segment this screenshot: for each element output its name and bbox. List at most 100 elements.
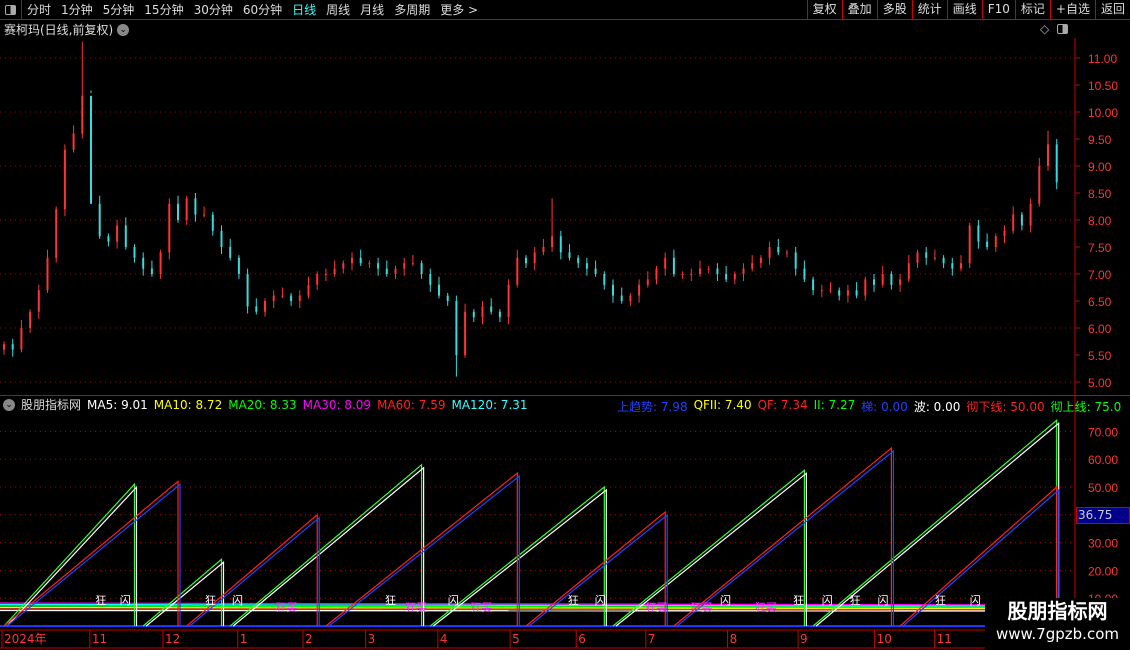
candle-body [542,247,545,253]
candle-body [838,290,841,296]
signal-label: 狂 [850,594,861,607]
candle-body [3,344,5,350]
signal-label: 狂买 [470,601,492,614]
candle-body [446,295,449,301]
candle-body [890,274,893,285]
candle-body [150,268,153,274]
candle-body [1047,144,1049,166]
candle-body [820,290,823,292]
signal-label: 闪 [970,593,981,607]
candle-body [429,274,432,285]
candle-body [533,252,536,264]
candle-body [333,268,336,274]
ma-band-line [0,609,1063,612]
ma-value: MA5: 9.01 [87,397,148,412]
candle-body [1003,230,1006,237]
candle-body [63,149,66,210]
candle-body [342,263,345,269]
candle-body [1055,144,1058,183]
candle-body [472,311,475,318]
indicator-y-tick-label: 20.00 [1088,564,1118,578]
signal-label: 狂 [385,594,396,607]
indicator-name: 股朋指标网 [21,398,82,412]
date-label: 6 [578,632,586,646]
candle-body [803,268,806,280]
signal-label: 狂 [793,594,804,607]
candle-body [733,274,736,280]
candle-body [707,268,710,270]
date-label: 2024年 [4,632,47,646]
y-tick-label: 8.00 [1088,214,1112,228]
candle-body [873,279,875,285]
candle-body [759,257,762,264]
candle-body [351,257,353,264]
candle-body [664,257,667,269]
candle-body [203,214,206,216]
candle-body [11,344,14,350]
indicator-value: QF: 7.34 [757,398,808,412]
candle-body [551,236,554,247]
candle-body [559,236,562,253]
candle-body [81,95,84,134]
candle-body [507,284,510,318]
date-label: 3 [368,632,376,646]
candle-body [794,252,797,269]
candle-body [255,306,258,312]
signal-label: 狂买 [755,601,777,614]
candle-body [716,268,719,274]
chevron-down-icon[interactable]: ⌄ [3,398,15,411]
signal-label: 狂买 [645,601,667,614]
signal-label: 闪 [595,593,606,607]
signal-label: 闪 [877,593,888,607]
date-label: 11 [937,632,952,646]
candle-body [638,284,641,296]
candle-body [655,268,658,280]
candle-body [986,241,989,247]
candle-body [525,257,527,264]
candle-body [368,263,371,265]
candle-body [142,257,145,269]
ma-value: MA60: 7.59 [377,397,446,412]
candle-body [220,230,223,247]
candle-body [394,268,397,274]
date-label: 2 [305,632,313,646]
candle-body [1020,214,1023,226]
candle-body [324,274,327,275]
lower-sawtooth-line-shadow [676,449,895,627]
y-tick-label: 9.50 [1088,133,1112,147]
candle-body [951,263,954,269]
indicator-y-tick-label: 30.00 [1088,537,1118,551]
signal-label: 狂 [568,594,579,607]
date-label: 4 [440,632,448,646]
candle-body [699,268,701,274]
candle-body [464,311,467,355]
candle-body [377,263,380,269]
candle-body [855,290,858,296]
indicator-value: 梯: 0.00 [861,400,908,414]
candle-body [316,274,319,285]
indicator-value: QFII: 7.40 [693,398,752,412]
candle-body [960,263,962,269]
candle-body [438,284,440,296]
signal-label: 狂 [205,594,216,607]
candle-body [168,203,171,253]
chart-canvas[interactable]: 11.00 10.50 10.00 9.50 9.00 8.50 8.00 7.50 7.00 6… [0,0,1130,650]
candle-body [55,209,58,258]
candle-body [194,198,197,215]
candle-body [846,290,849,296]
candle-body [925,252,928,258]
candle-body [786,252,788,254]
indicator-value: 彻上线: 75.0 [1050,400,1122,414]
candle-body [907,263,910,280]
candle-body [899,279,902,285]
signal-label: 闪 [120,593,131,607]
candle-body [1012,214,1015,231]
candle-body [72,133,75,150]
indicator-y-tick-label: 70.00 [1088,425,1118,439]
ma-value: MA120: 7.31 [451,397,528,412]
y-tick-label: 7.00 [1088,268,1112,282]
watermark-name: 股朋指标网 [1007,599,1108,623]
candle-body [933,257,936,259]
candle-body [403,263,406,269]
candle-body [246,274,249,307]
